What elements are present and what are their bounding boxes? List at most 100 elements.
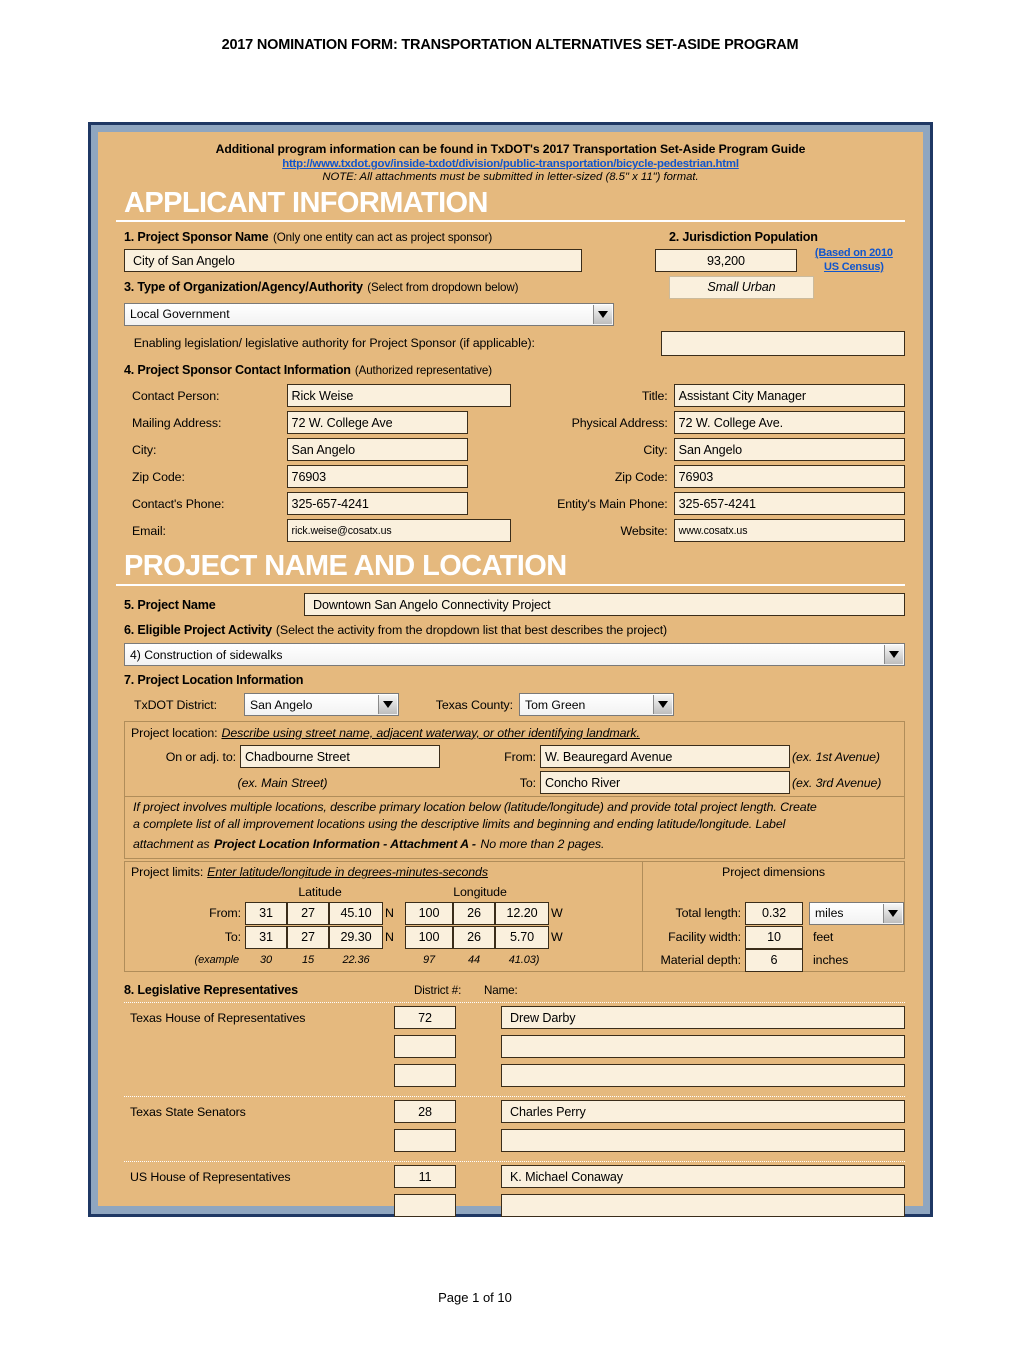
txdot-district-dropdown[interactable]: San Angelo bbox=[244, 693, 399, 717]
facility-width-input[interactable]: 10 bbox=[745, 925, 803, 949]
us-house-district-input-1[interactable] bbox=[394, 1194, 456, 1218]
project-limits-hint: Enter latitude/longitude in degrees-minu… bbox=[207, 865, 488, 880]
senate-district-input-0[interactable]: 28 bbox=[394, 1100, 456, 1124]
from-lon-direction: W bbox=[551, 906, 563, 921]
mailing-address-input[interactable]: 72 W. College Ave bbox=[286, 411, 469, 435]
contact-right-label-0: Title: bbox=[641, 388, 668, 403]
eligible-activity-value: 4) Construction of sidewalks bbox=[130, 647, 283, 662]
on-adj-to-example: (ex. Main Street) bbox=[237, 775, 328, 790]
chevron-down-icon[interactable] bbox=[653, 695, 672, 715]
to-lon-degrees-input[interactable]: 100 bbox=[405, 925, 453, 949]
from-lat-seconds-input[interactable]: 45.10 bbox=[329, 901, 383, 925]
us-house-name-input-1[interactable] bbox=[501, 1194, 905, 1218]
project-location-heading: PROJECT NAME AND LOCATION bbox=[124, 550, 567, 583]
to-lon-minutes-input[interactable]: 26 bbox=[453, 925, 495, 949]
legislative-representatives-section: 8. Legislative Representatives District … bbox=[98, 972, 923, 1220]
material-depth-input[interactable]: 6 bbox=[745, 948, 803, 972]
contact-right-label-1: Physical Address: bbox=[571, 415, 668, 430]
mailing-zip-input[interactable]: 76903 bbox=[286, 465, 469, 489]
program-banner: Additional program information can be fo… bbox=[98, 138, 923, 185]
to-lat-degrees-input[interactable]: 31 bbox=[245, 925, 287, 949]
q2-label: 2. Jurisdiction Population bbox=[669, 230, 818, 245]
house-name-input-2[interactable] bbox=[501, 1064, 905, 1088]
txdot-district-value: San Angelo bbox=[250, 697, 313, 712]
house-district-input-2[interactable] bbox=[394, 1064, 456, 1088]
us-house-district-input-0[interactable]: 11 bbox=[394, 1165, 456, 1189]
name-column-header: Name: bbox=[484, 983, 518, 997]
example-lon-degrees: 97 bbox=[422, 954, 436, 967]
from-lat-minutes-input[interactable]: 27 bbox=[287, 901, 329, 925]
longitude-header: Longitude bbox=[453, 884, 507, 899]
total-length-unit-dropdown[interactable]: miles bbox=[809, 901, 904, 925]
senate-district-input-1[interactable] bbox=[394, 1129, 456, 1153]
material-depth-unit: inches bbox=[813, 953, 849, 968]
multi-location-note-d: No more than 2 pages. bbox=[480, 837, 605, 852]
q5-label: 5. Project Name bbox=[124, 597, 216, 612]
from-lon-minutes-input[interactable]: 26 bbox=[453, 901, 495, 925]
from-lat-direction: N bbox=[385, 906, 394, 921]
page-title: 2017 NOMINATION FORM: TRANSPORTATION ALT… bbox=[221, 37, 799, 53]
example-lon-minutes: 44 bbox=[467, 954, 481, 967]
contact-left-label-4: Contact's Phone: bbox=[132, 496, 225, 511]
example-lat-seconds: 22.36 bbox=[342, 954, 370, 967]
on-adj-to-input[interactable]: Chadbourne Street bbox=[240, 745, 440, 769]
eligible-activity-dropdown[interactable]: 4) Construction of sidewalks bbox=[124, 643, 905, 667]
banner-line-1: Additional program information can be fo… bbox=[215, 142, 806, 156]
form-body: Additional program information can be fo… bbox=[98, 132, 923, 1218]
entity-main-phone-input[interactable]: 325-657-4241 bbox=[673, 492, 905, 516]
page-footer: Page 1 of 10 bbox=[438, 1290, 512, 1305]
email-input[interactable]: rick.weise@cosatx.us bbox=[286, 519, 512, 543]
to-lat-minutes-input[interactable]: 27 bbox=[287, 925, 329, 949]
organization-type-dropdown[interactable]: Local Government bbox=[124, 302, 614, 326]
jurisdiction-population-input[interactable]: 93,200 bbox=[655, 249, 797, 273]
to-lon-seconds-input[interactable]: 5.70 bbox=[495, 925, 549, 949]
house-name-input-1[interactable] bbox=[501, 1035, 905, 1059]
to-example: (ex. 3rd Avenue) bbox=[792, 775, 882, 790]
chevron-down-icon[interactable] bbox=[884, 645, 903, 665]
limits-row-1-label: To: bbox=[224, 930, 241, 945]
from-lat-degrees-input[interactable]: 31 bbox=[245, 901, 287, 925]
physical-city-input[interactable]: San Angelo bbox=[673, 438, 905, 462]
project-dimensions-panel: Project dimensions Total length: 0.32 mi… bbox=[642, 861, 905, 973]
to-street-input[interactable]: Concho River bbox=[540, 771, 790, 795]
physical-zip-input[interactable]: 76903 bbox=[673, 465, 905, 489]
project-name-input[interactable]: Downtown San Angelo Connectivity Project bbox=[304, 593, 905, 617]
enabling-legislation-input[interactable] bbox=[660, 330, 906, 356]
title-input[interactable]: Assistant City Manager bbox=[673, 384, 905, 408]
contact-phone-input[interactable]: 325-657-4241 bbox=[286, 492, 469, 516]
sponsor-name-input[interactable]: City of San Angelo bbox=[124, 249, 583, 273]
from-street-input[interactable]: W. Beauregard Avenue bbox=[540, 745, 790, 769]
q7-label: 7. Project Location Information bbox=[124, 672, 304, 687]
total-length-unit-value: miles bbox=[815, 906, 844, 921]
from-lon-seconds-input[interactable]: 12.20 bbox=[495, 901, 549, 925]
project-location-hint: Describe using street name, adjacent wat… bbox=[221, 725, 640, 740]
program-guide-link[interactable]: http://www.txdot.gov/inside-txdot/divisi… bbox=[114, 158, 907, 170]
house-district-input-1[interactable] bbox=[394, 1035, 456, 1059]
contact-person-input[interactable]: Rick Weise bbox=[286, 384, 512, 408]
chevron-down-icon[interactable] bbox=[378, 695, 397, 715]
us-house-name-input-0[interactable]: K. Michael Conaway bbox=[501, 1165, 905, 1189]
chevron-down-icon[interactable] bbox=[593, 304, 612, 324]
house-name-input-0[interactable]: Drew Darby bbox=[501, 1006, 905, 1030]
census-note-line-1: (Based on 2010 bbox=[814, 247, 893, 260]
facility-width-unit: feet bbox=[813, 930, 834, 945]
mailing-city-input[interactable]: San Angelo bbox=[286, 438, 469, 462]
q3-hint: (Select from dropdown below) bbox=[367, 281, 519, 295]
website-input[interactable]: www.cosatx.us bbox=[673, 519, 905, 543]
example-lat-degrees: 30 bbox=[259, 954, 273, 967]
to-lat-seconds-input[interactable]: 29.30 bbox=[329, 925, 383, 949]
senate-name-input-1[interactable] bbox=[501, 1129, 905, 1153]
texas-county-dropdown[interactable]: Tom Green bbox=[519, 693, 674, 717]
limits-and-dimensions: Project limits: Enter latitude/longitude… bbox=[124, 861, 905, 973]
house-district-input-0[interactable]: 72 bbox=[394, 1006, 456, 1030]
group-title-1: Texas State Senators bbox=[130, 1104, 246, 1119]
example-label: (example bbox=[194, 954, 240, 967]
latitude-header: Latitude bbox=[298, 884, 342, 899]
senate-name-input-0[interactable]: Charles Perry bbox=[501, 1100, 905, 1124]
contact-information-grid: Contact Person: Rick Weise Title: Assist… bbox=[124, 382, 905, 544]
total-length-input[interactable]: 0.32 bbox=[745, 901, 803, 925]
enabling-legislation-label: Enabling legislation/ legislative author… bbox=[133, 336, 535, 351]
physical-address-input[interactable]: 72 W. College Ave. bbox=[673, 411, 905, 435]
chevron-down-icon[interactable] bbox=[883, 903, 902, 923]
from-lon-degrees-input[interactable]: 100 bbox=[405, 901, 453, 925]
